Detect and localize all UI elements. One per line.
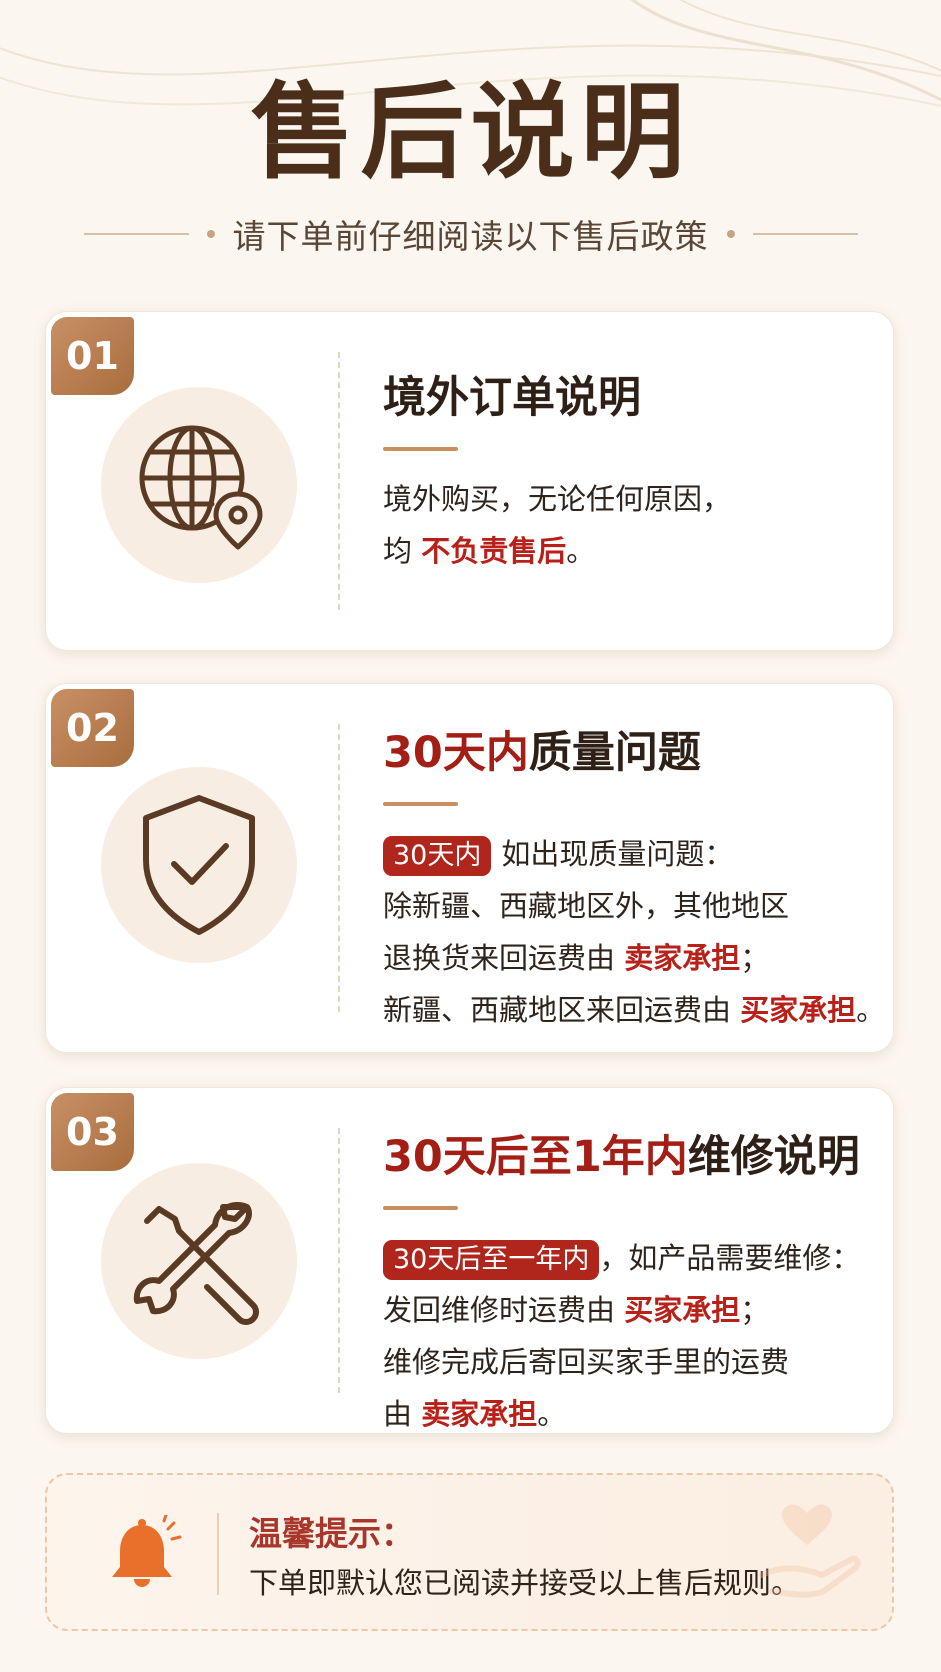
policy-line: 30天内 如出现质量问题： <box>383 828 873 880</box>
section-card-overseas: 01 境外订单说明 境外购买，无论任何原因， 均 不负责售后。 <box>45 311 894 651</box>
pill-text: ，如产品需要维修： <box>599 1241 861 1275</box>
section-card-repair: 03 30天后至1年内维修说明 30天后至一年内 ，如产品需要维修： 发回维修时运… <box>45 1087 894 1434</box>
divider-line-right <box>752 233 858 235</box>
divider-dot-left <box>206 230 215 238</box>
divider-line-left <box>83 233 189 235</box>
text-suffix: ； <box>740 1293 770 1327</box>
section-content: 30天后至1年内维修说明 30天后至一年内 ，如产品需要维修： 发回维修时运费由 … <box>383 1126 873 1440</box>
highlight-text: 卖家承担 <box>624 941 741 975</box>
section-content: 境外订单说明 境外购买，无论任何原因， 均 不负责售后。 <box>383 367 873 577</box>
pill-text: 如出现质量问题： <box>501 837 734 871</box>
policy-line: 新疆、西藏地区来回运费由 买家承担。 <box>383 984 885 1036</box>
text-suffix: 。 <box>537 1397 567 1431</box>
text-prefix: 退换货来回运费由 <box>383 941 625 975</box>
section-content: 30天内质量问题 30天内 如出现质量问题： 除新疆、西藏地区外，其他地区 退换货… <box>383 722 885 1036</box>
tip-divider <box>217 1513 219 1595</box>
divider-dot-right <box>726 230 735 238</box>
policy-line: 由 卖家承担。 <box>383 1388 873 1440</box>
icon-circle <box>101 767 297 963</box>
title-underline <box>383 1206 458 1210</box>
text-suffix: 。 <box>856 993 886 1027</box>
title-underline <box>383 447 458 451</box>
text-suffix: ； <box>740 941 770 975</box>
title-rest: 质量问题 <box>528 728 701 778</box>
heart-hand-icon <box>759 1504 861 1598</box>
section-title: 30天内质量问题 <box>383 722 873 784</box>
section-card-quality: 02 30天内质量问题 30天内 如出现质量问题： 除新疆、西藏地区外，其他地区 … <box>45 683 894 1053</box>
text-prefix: 新疆、西藏地区来回运费由 <box>383 993 741 1027</box>
period-pill: 30天内 <box>383 836 492 876</box>
icon-circle <box>101 1163 297 1359</box>
section-number-badge: 01 <box>51 317 134 395</box>
highlight-text: 买家承担 <box>740 993 857 1027</box>
icon-circle <box>101 387 297 583</box>
tip-text: 下单即默认您已阅读并接受以上售后规则。 <box>249 1566 801 1600</box>
policy-line: 退换货来回运费由 卖家承担； <box>383 932 873 984</box>
policy-line: 境外购买，无论任何原因， <box>383 482 732 516</box>
title-underline <box>383 802 458 806</box>
text-suffix: 。 <box>566 534 596 568</box>
subtitle-row: 请下单前仔细阅读以下售后政策 <box>0 214 941 256</box>
wrench-screwdriver-icon <box>133 1202 259 1325</box>
title-highlight: 30天内 <box>383 728 529 778</box>
globe-location-icon <box>139 425 263 550</box>
text-prefix: 均 <box>383 534 422 568</box>
vertical-divider <box>338 1128 340 1393</box>
highlight-text: 卖家承担 <box>421 1397 538 1431</box>
warm-tip-box: 温馨提示： 下单即默认您已阅读并接受以上售后规则。 <box>45 1473 894 1631</box>
section-number-badge: 03 <box>51 1093 134 1171</box>
vertical-divider <box>338 352 340 610</box>
policy-line: 均 不负责售后。 <box>383 525 873 577</box>
shield-check-icon <box>143 795 255 935</box>
section-title: 境外订单说明 <box>383 373 641 423</box>
vertical-divider <box>338 724 340 1012</box>
tip-title: 温馨提示： <box>249 1514 414 1553</box>
section-title: 30天后至1年内维修说明 <box>383 1126 873 1188</box>
text-prefix: 由 <box>383 1397 422 1431</box>
section-number-badge: 02 <box>51 689 134 767</box>
policy-line: 除新疆、西藏地区外，其他地区 <box>383 889 790 923</box>
highlight-text: 不负责售后 <box>421 534 567 568</box>
period-pill: 30天后至一年内 <box>383 1240 600 1280</box>
policy-line: 发回维修时运费由 买家承担； <box>383 1284 873 1336</box>
page-subtitle: 请下单前仔细阅读以下售后政策 <box>232 217 709 256</box>
title-highlight: 30天后至1年内 <box>383 1132 688 1182</box>
title-rest: 维修说明 <box>687 1132 860 1182</box>
bell-icon <box>112 1515 182 1587</box>
page-title: 售后说明 <box>250 71 691 193</box>
highlight-text: 买家承担 <box>624 1293 741 1327</box>
policy-line: 维修完成后寄回买家手里的运费 <box>383 1345 790 1379</box>
policy-line: 30天后至一年内 ，如产品需要维修： <box>383 1232 873 1284</box>
text-prefix: 发回维修时运费由 <box>383 1293 625 1327</box>
